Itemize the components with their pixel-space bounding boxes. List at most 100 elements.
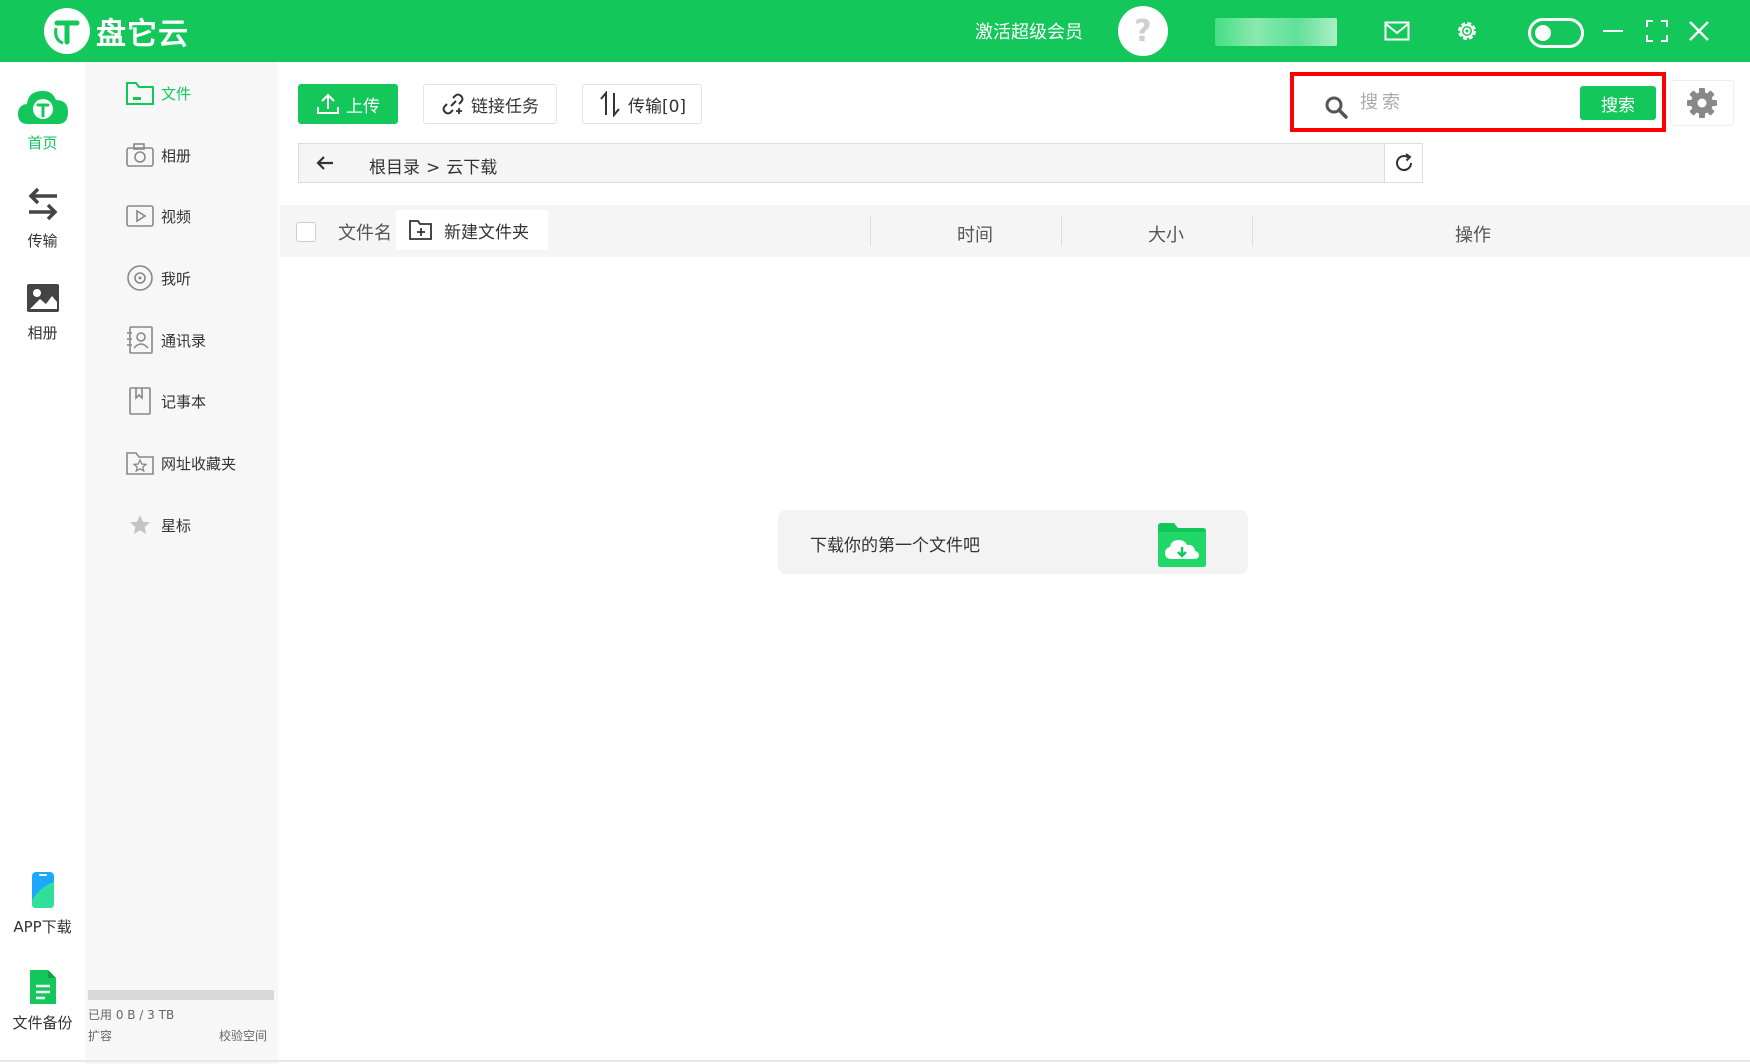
toggle-switch[interactable] (1528, 18, 1584, 48)
rail-item-file-backup[interactable]: 文件备份 (0, 968, 85, 1033)
contacts-icon (125, 325, 155, 355)
breadcrumb-root[interactable]: 根目录 (369, 158, 420, 178)
rail-item-label: 传输 (27, 232, 58, 250)
phone-app-icon (31, 872, 54, 908)
column-header-name[interactable]: 文件名 (338, 219, 392, 245)
sidebar-item-starred[interactable]: 星标 (125, 507, 191, 543)
rail-item-label: 首页 (27, 134, 58, 152)
cloud-home-icon (17, 90, 68, 124)
back-button[interactable] (299, 144, 351, 182)
arrow-left-icon (316, 156, 333, 170)
select-all-checkbox[interactable] (296, 222, 316, 242)
column-divider (870, 216, 871, 246)
app-logo: 盘它云 (44, 8, 189, 54)
rail-item-label: 相册 (27, 324, 58, 342)
sidebar-item-album[interactable]: 相册 (125, 137, 191, 173)
link-task-button[interactable]: 链接任务 (423, 84, 557, 124)
music-disc-icon (125, 263, 155, 293)
new-folder-label: 新建文件夹 (444, 222, 529, 243)
breadcrumb-separator: > (426, 158, 441, 178)
settings-button[interactable] (1670, 80, 1734, 126)
search-input[interactable] (1360, 86, 1550, 118)
transfer-label: 传输[0] (627, 96, 687, 117)
upload-icon (316, 92, 340, 116)
expand-storage-link[interactable]: 扩容 (88, 1027, 112, 1044)
sidebar-item-label: 通讯录 (161, 331, 207, 350)
rail-item-app-download[interactable]: APP下载 (0, 870, 85, 937)
storage-usage-text: 已用 0 B / 3 TB (88, 1008, 175, 1022)
search-icon (1324, 95, 1348, 123)
cloud-download-folder-icon[interactable] (1156, 522, 1208, 572)
sidebar-item-label: 星标 (161, 516, 192, 535)
image-icon (26, 284, 59, 312)
refresh-button[interactable] (1384, 144, 1422, 182)
sidebar-item-notebook[interactable]: 记事本 (125, 383, 206, 419)
link-task-label: 链接任务 (471, 96, 539, 117)
upload-button[interactable]: 上传 (298, 84, 398, 124)
storage-usage-bar (88, 990, 274, 1000)
sidebar-item-label: 网址收藏夹 (161, 454, 237, 473)
nav-rail: 首页 传输 相册 APP下载 文件备份 (0, 62, 85, 1064)
sidebar-item-music[interactable]: 我听 (125, 260, 191, 296)
star-icon (125, 510, 155, 540)
upload-label: 上传 (346, 96, 380, 117)
column-header-size[interactable]: 大小 (1141, 221, 1191, 247)
rail-item-album[interactable]: 相册 (0, 280, 85, 343)
camera-icon (125, 140, 155, 170)
title-bar: 盘它云 激活超级会员 ? (0, 0, 1750, 62)
transfer-arrows-icon (28, 187, 57, 221)
avatar[interactable]: ? (1118, 6, 1168, 56)
sidebar-item-label: 视频 (161, 207, 192, 226)
activate-vip-link[interactable]: 激活超级会员 (975, 18, 1083, 44)
avatar-placeholder-glyph: ? (1134, 13, 1152, 49)
minimize-icon[interactable] (1598, 16, 1628, 46)
column-header-actions: 操作 (1455, 225, 1491, 246)
new-folder-button[interactable]: 新建文件夹 (396, 210, 548, 250)
sidebar-item-label: 我听 (161, 269, 192, 288)
sidebar-item-label: 相册 (161, 146, 192, 165)
search-box-highlighted: 搜索 (1290, 72, 1666, 132)
link-icon (441, 92, 465, 116)
video-icon (125, 201, 155, 231)
rail-item-label: 文件备份 (12, 1014, 73, 1032)
maximize-icon[interactable] (1642, 16, 1672, 46)
breadcrumb-bar: 根目录 > 云下载 (298, 143, 1423, 183)
sidebar-item-contacts[interactable]: 通讯录 (125, 322, 206, 358)
new-folder-icon (408, 218, 434, 242)
rail-item-transfer[interactable]: 传输 (0, 184, 85, 251)
transfer-updown-icon (598, 91, 622, 117)
app-name: 盘它云 (96, 17, 189, 52)
empty-state: 下载你的第一个文件吧 (778, 510, 1248, 574)
transfer-button[interactable]: 传输[0] (582, 84, 702, 124)
notebook-icon (125, 386, 155, 416)
sidebar-item-label: 记事本 (161, 392, 207, 411)
empty-state-text: 下载你的第一个文件吧 (810, 536, 980, 556)
window-bottom-border (0, 1060, 1750, 1062)
column-header-time[interactable]: 时间 (950, 221, 1000, 247)
category-sidebar: 文件 相册 视频 我听 通讯录 记事本 网址收藏夹 星标 已用 0 B / 3 … (85, 62, 278, 1064)
rail-item-home[interactable]: 首页 (0, 86, 85, 153)
search-button[interactable]: 搜索 (1580, 86, 1656, 120)
sidebar-item-label: 文件 (161, 84, 192, 103)
breadcrumb-current: 云下载 (446, 158, 498, 178)
toggle-knob (1535, 25, 1551, 41)
column-divider (1061, 216, 1062, 246)
check-space-link[interactable]: 校验空间 (219, 1027, 267, 1044)
refresh-icon (1395, 153, 1412, 172)
file-table-header: 文件名 新建文件夹 时间 大小 操作 (280, 205, 1750, 257)
document-backup-icon (29, 970, 56, 1004)
column-divider (1252, 216, 1253, 246)
gear-icon (1687, 88, 1717, 118)
logo-icon (44, 8, 90, 54)
bookmark-folder-icon (125, 448, 155, 478)
breadcrumb: 根目录 > 云下载 (369, 153, 497, 178)
gear-icon[interactable] (1452, 16, 1482, 46)
close-icon[interactable] (1684, 16, 1714, 46)
folder-icon (125, 78, 155, 108)
rail-item-label: APP下载 (13, 918, 72, 936)
sidebar-item-bookmarks[interactable]: 网址收藏夹 (125, 445, 236, 481)
sidebar-item-files[interactable]: 文件 (125, 75, 191, 111)
sidebar-item-video[interactable]: 视频 (125, 198, 191, 234)
username-blurred[interactable] (1215, 18, 1337, 46)
mail-icon[interactable] (1382, 16, 1412, 46)
